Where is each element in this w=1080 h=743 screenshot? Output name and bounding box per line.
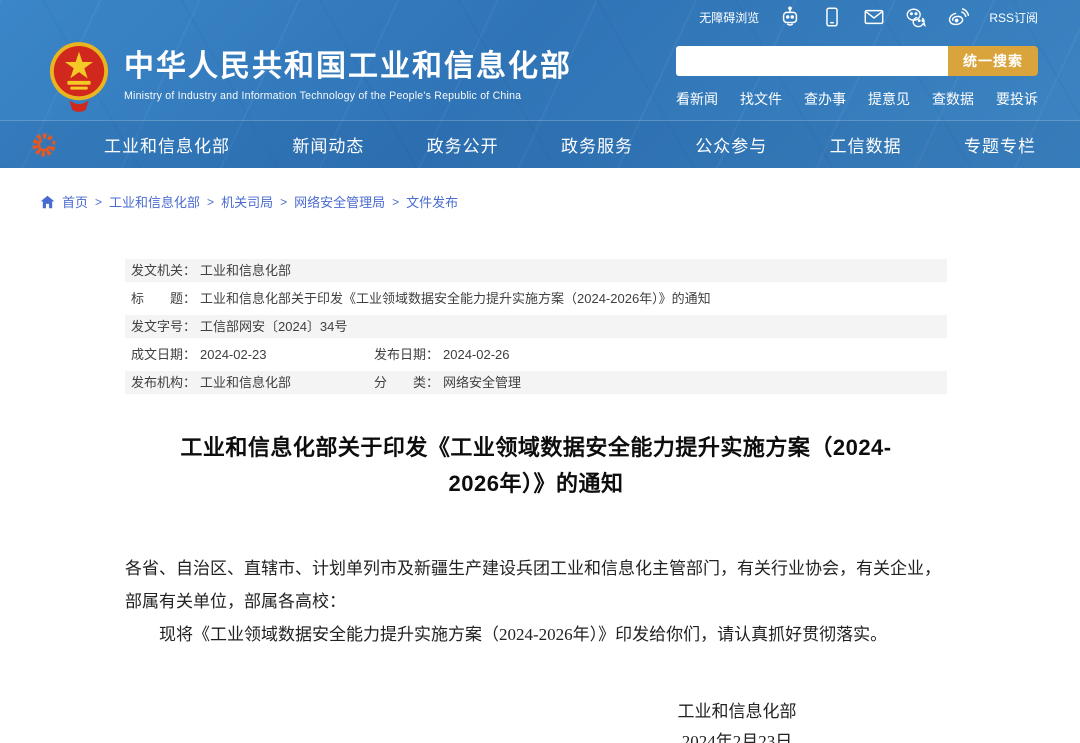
meta-value: 工业和信息化部关于印发《工业领域数据安全能力提升实施方案（2024-2026年）…: [200, 290, 711, 307]
site-header: 无障碍浏览: [0, 0, 1080, 168]
brand[interactable]: 中华人民共和国工业和信息化部 Ministry of Industry and …: [48, 40, 572, 112]
home-icon: [40, 195, 55, 209]
search-block: 统一搜索 看新闻 找文件 查办事 提意见 查数据 要投诉: [676, 46, 1038, 109]
meta-value: 工业和信息化部: [200, 262, 291, 279]
meta-value: 2024-02-26: [443, 346, 510, 363]
meta-value: 工业和信息化部: [200, 374, 291, 391]
meta-row-publisher-category: 发布机构： 工业和信息化部 分 类： 网络安全管理: [125, 371, 947, 394]
breadcrumb-separator: >: [95, 195, 102, 209]
site-subtitle: Ministry of Industry and Information Tec…: [124, 90, 572, 102]
breadcrumb-document-release[interactable]: 文件发布: [406, 192, 458, 211]
breadcrumb-separator: >: [392, 195, 399, 209]
body-paragraph-main: 现将《工业领域数据安全能力提升实施方案（2024-2026年）》印发给你们，请认…: [125, 618, 947, 651]
meta-label: 发布机构：: [131, 374, 196, 391]
meta-label: 标 题：: [131, 290, 196, 307]
breadcrumb-cybersecurity-bureau[interactable]: 网络安全管理局: [294, 192, 385, 211]
brand-text: 中华人民共和国工业和信息化部 Ministry of Industry and …: [124, 50, 572, 103]
mobile-icon[interactable]: [821, 6, 843, 28]
quick-links: 看新闻 找文件 查办事 提意见 查数据 要投诉: [676, 89, 1038, 109]
quick-link-files[interactable]: 找文件: [740, 89, 782, 109]
meta-row-dates: 成文日期： 2024-02-23 发布日期： 2024-02-26: [125, 343, 947, 366]
breadcrumb: 首页 > 工业和信息化部 > 机关司局 > 网络安全管理局 > 文件发布: [0, 168, 1080, 211]
quick-link-complaint[interactable]: 要投诉: [996, 89, 1038, 109]
top-utility-bar: 无障碍浏览: [0, 0, 1080, 34]
header-main: 中华人民共和国工业和信息化部 Ministry of Industry and …: [0, 34, 1080, 112]
document-body: 各省、自治区、直辖市、计划单列市及新疆生产建设兵团工业和信息化主管部门，有关行业…: [125, 552, 947, 651]
meta-value: 网络安全管理: [443, 374, 521, 391]
meta-label: 发文机关：: [131, 262, 196, 279]
unified-search-button[interactable]: 统一搜索: [948, 46, 1038, 76]
nav-item-special-topics[interactable]: 专题专栏: [964, 132, 1036, 157]
quick-link-data[interactable]: 查数据: [932, 89, 974, 109]
robot-icon[interactable]: [779, 6, 801, 28]
meta-label: 发文字号：: [131, 318, 196, 335]
document-title: 工业和信息化部关于印发《工业领域数据安全能力提升实施方案（2024-2026年）…: [174, 430, 897, 502]
accessibility-link[interactable]: 无障碍浏览: [699, 9, 759, 26]
nav-item-miit[interactable]: 工业和信息化部: [104, 132, 230, 157]
nav-items: 工业和信息化部 新闻动态 政务公开 政务服务 公众参与 工信数据 专题专栏: [104, 132, 1036, 157]
quick-link-feedback[interactable]: 提意见: [868, 89, 910, 109]
meta-label: 分 类：: [374, 374, 439, 391]
site-title: 中华人民共和国工业和信息化部: [124, 50, 572, 85]
page: 无障碍浏览: [0, 0, 1080, 743]
signature-date: 2024年2月23日: [627, 727, 847, 743]
signature-block: 工业和信息化部 2024年2月23日: [627, 697, 847, 743]
breadcrumb-separator: >: [280, 195, 287, 209]
quick-link-services[interactable]: 查办事: [804, 89, 846, 109]
miit-gear-logo-icon: [30, 131, 58, 159]
nav-item-miit-data[interactable]: 工信数据: [830, 132, 902, 157]
meta-label: 成文日期：: [131, 346, 196, 363]
quick-link-news[interactable]: 看新闻: [676, 89, 718, 109]
document-meta-table: 发文机关： 工业和信息化部 标 题： 工业和信息化部关于印发《工业领域数据安全能…: [125, 259, 947, 394]
nav-item-gov-disclosure[interactable]: 政务公开: [427, 132, 499, 157]
meta-value: 2024-02-23: [200, 346, 267, 363]
weibo-icon[interactable]: [947, 6, 969, 28]
signature-org: 工业和信息化部: [627, 697, 847, 727]
breadcrumb-departments[interactable]: 机关司局: [221, 192, 273, 211]
meta-row-title: 标 题： 工业和信息化部关于印发《工业领域数据安全能力提升实施方案（2024-2…: [125, 287, 947, 310]
national-emblem-icon: [48, 40, 110, 112]
search-input[interactable]: [676, 46, 948, 76]
breadcrumb-separator: >: [207, 195, 214, 209]
document-container: 发文机关： 工业和信息化部 标 题： 工业和信息化部关于印发《工业领域数据安全能…: [125, 259, 947, 743]
meta-row-document-number: 发文字号： 工信部网安〔2024〕34号: [125, 315, 947, 338]
mail-icon[interactable]: [863, 6, 885, 28]
nav-item-gov-services[interactable]: 政务服务: [561, 132, 633, 157]
breadcrumb-miit[interactable]: 工业和信息化部: [109, 192, 200, 211]
nav-item-public-participation[interactable]: 公众参与: [695, 132, 767, 157]
nav-item-news[interactable]: 新闻动态: [292, 132, 364, 157]
breadcrumb-home[interactable]: 首页: [62, 192, 88, 211]
body-paragraph-salutation: 各省、自治区、直辖市、计划单列市及新疆生产建设兵团工业和信息化主管部门，有关行业…: [125, 552, 947, 618]
wechat-icon[interactable]: [905, 6, 927, 28]
meta-row-issuing-authority: 发文机关： 工业和信息化部: [125, 259, 947, 282]
rss-link[interactable]: RSS订阅: [989, 9, 1038, 26]
main-nav: 工业和信息化部 新闻动态 政务公开 政务服务 公众参与 工信数据 专题专栏: [0, 120, 1080, 168]
meta-label: 发布日期：: [374, 346, 439, 363]
meta-value: 工信部网安〔2024〕34号: [200, 318, 347, 335]
